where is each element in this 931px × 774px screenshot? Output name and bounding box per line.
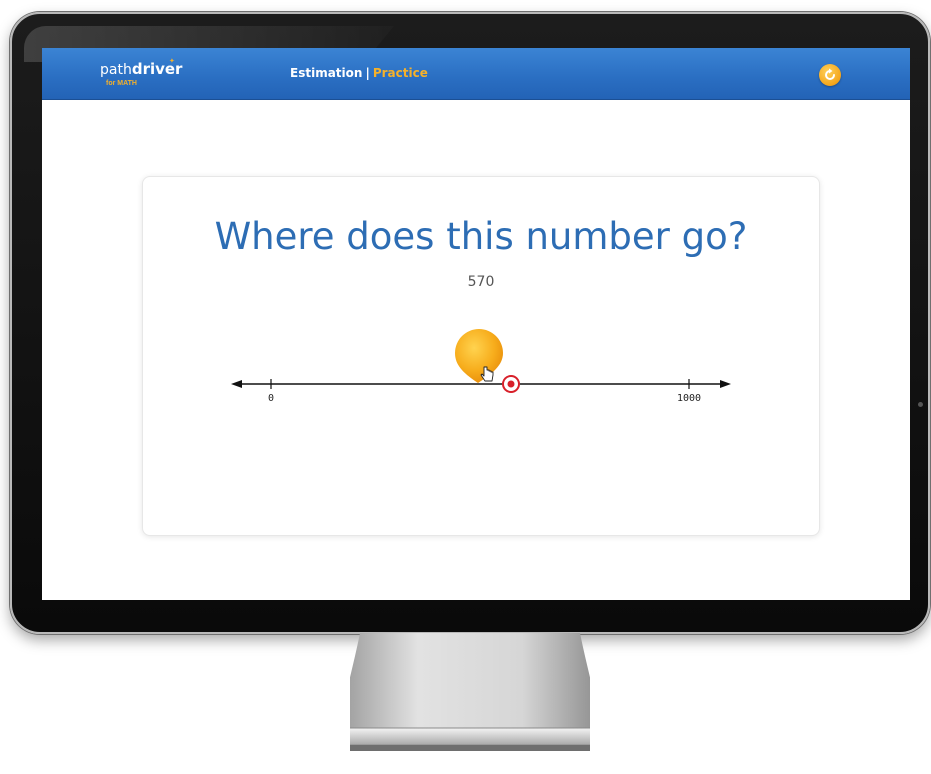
- refresh-icon: [825, 68, 835, 80]
- balloon-marker-icon[interactable]: [455, 329, 503, 383]
- app-screen: pathdriver ✦ for MATH Estimation | Practic…: [42, 48, 910, 600]
- target-marker-icon: [502, 375, 520, 393]
- logo-star-icon: ✦: [169, 57, 175, 65]
- number-line[interactable]: 0 1000: [143, 177, 819, 535]
- mode-label: Practice: [372, 66, 428, 80]
- monitor-stand: [350, 633, 590, 751]
- left-arrow-icon: [231, 380, 242, 388]
- logo-subtitle: for MATH: [106, 80, 137, 87]
- title-separator: |: [365, 66, 370, 80]
- power-indicator: [918, 402, 923, 407]
- min-tick-label: 0: [268, 393, 274, 404]
- activity-title: Estimation | Practice: [290, 66, 428, 80]
- section-label: Estimation: [290, 66, 363, 80]
- question-card: Where does this number go? 570 0 1000: [142, 176, 820, 536]
- logo-path-text: path: [100, 62, 132, 78]
- app-header: pathdriver ✦ for MATH Estimation | Practic…: [42, 48, 910, 100]
- refresh-button[interactable]: [819, 64, 841, 86]
- right-arrow-icon: [720, 380, 731, 388]
- max-tick-label: 1000: [677, 393, 701, 404]
